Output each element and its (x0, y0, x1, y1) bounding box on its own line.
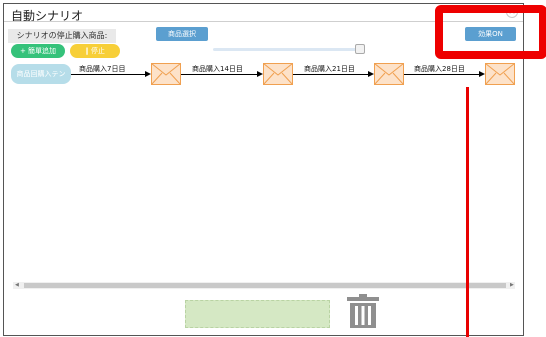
step-label: 商品購入21日目 (304, 65, 355, 73)
flow-arrow-line (71, 74, 145, 75)
step-label: 商品購入14日目 (192, 65, 243, 73)
flow-arrow-line (293, 74, 368, 75)
highlight-box (435, 5, 546, 59)
scrollbar-thumb[interactable] (24, 283, 506, 288)
stop-button[interactable]: ‖ 停止 (70, 44, 120, 58)
zoom-slider-thumb[interactable] (355, 44, 365, 54)
envelope-icon[interactable] (263, 63, 293, 85)
start-node[interactable]: 商品回購入テン (11, 64, 71, 84)
step-label: 商品購入7日目 (79, 65, 126, 73)
zoom-slider-track[interactable] (213, 48, 360, 51)
flow-arrow-line (181, 74, 257, 75)
scroll-left-icon[interactable]: ◀ (15, 282, 19, 289)
flow-arrow-line (404, 74, 479, 75)
drop-zone[interactable] (185, 300, 330, 328)
scroll-right-icon[interactable]: ▶ (510, 282, 514, 289)
trash-icon[interactable] (347, 294, 379, 328)
envelope-icon[interactable] (374, 63, 404, 85)
product-select-button[interactable]: 商品選択 (156, 27, 208, 41)
envelope-icon[interactable] (485, 63, 515, 85)
envelope-icon[interactable] (151, 63, 181, 85)
highlight-pointer-line (466, 87, 469, 337)
step-label: 商品購入28日目 (414, 65, 465, 73)
add-step-button[interactable]: + 簡單追加 (11, 44, 65, 58)
stop-product-label: シナリオの停止購入商品: (8, 29, 116, 43)
